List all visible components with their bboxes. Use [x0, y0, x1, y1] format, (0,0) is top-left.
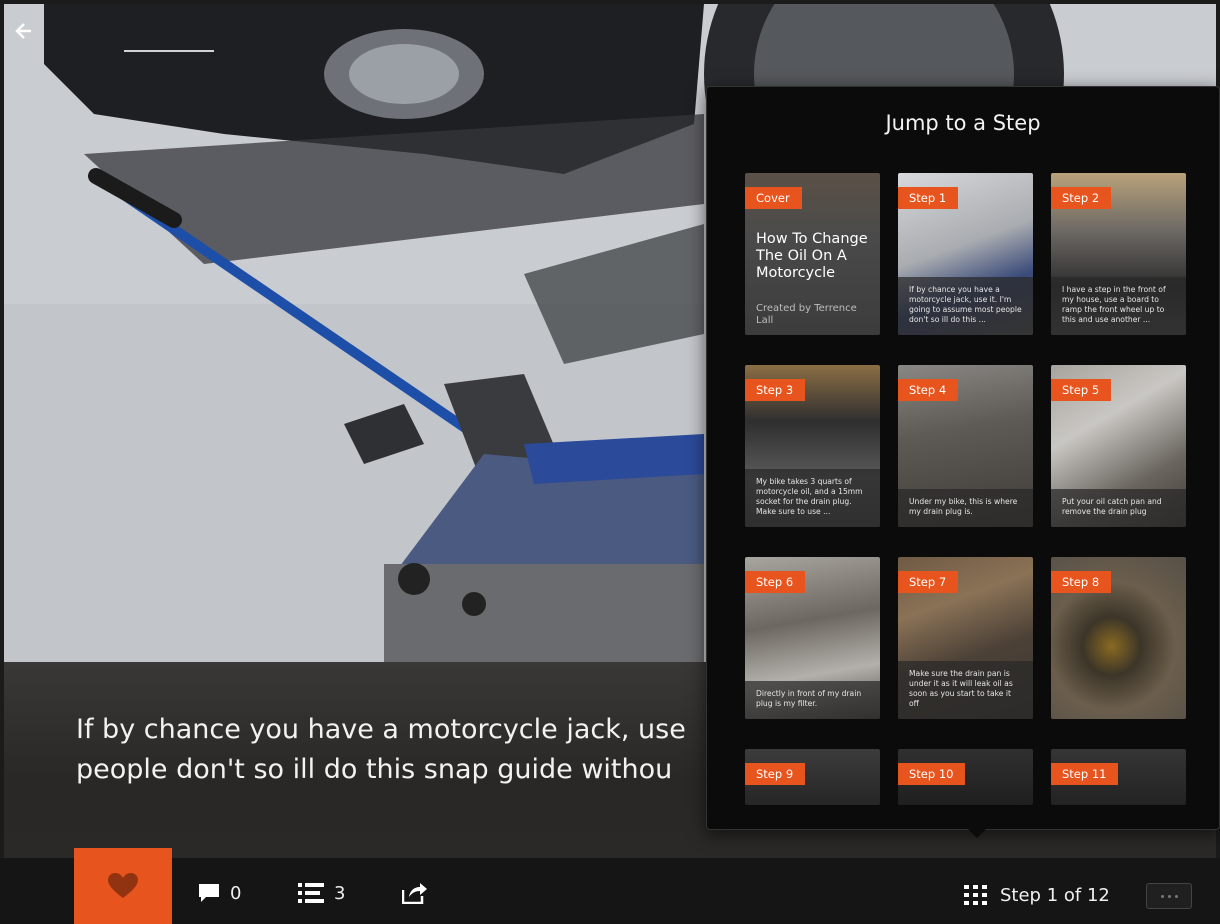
step-card[interactable]: Step 9 — [745, 749, 880, 805]
step-badge: Step 5 — [1051, 379, 1112, 401]
step-card[interactable]: Step 4 Under my bike, this is where my d… — [898, 365, 1033, 527]
step-badge: Step 7 — [898, 571, 959, 593]
step-card[interactable]: Step 5 Put your oil catch pan and remove… — [1051, 365, 1186, 527]
step-badge: Step 2 — [1051, 187, 1112, 209]
step-indicator-label: Step 1 of 12 — [1000, 884, 1110, 906]
step-card[interactable]: Step 6 Directly in front of my drain plu… — [745, 557, 880, 719]
step-badge: Step 3 — [745, 379, 806, 401]
grid-icon — [964, 885, 987, 905]
heart-icon — [108, 873, 138, 898]
step-description: Put your oil catch pan and remove the dr… — [1051, 489, 1186, 527]
step-badge: Step 8 — [1051, 571, 1112, 593]
more-button[interactable] — [1146, 883, 1192, 909]
progress-indicator — [124, 50, 214, 52]
comments-button[interactable]: 0 — [198, 878, 241, 908]
step-card[interactable]: Step 2 I have a step in the front of my … — [1051, 173, 1186, 335]
step-description: If by chance you have a motorcycle jack,… — [898, 277, 1033, 335]
cover-author: Created by Terrence Lall — [756, 303, 857, 326]
step-badge: Step 1 — [898, 187, 959, 209]
comment-icon — [199, 884, 219, 902]
comments-count: 0 — [230, 882, 242, 904]
step-card[interactable]: Step 7 Make sure the drain pan is under … — [898, 557, 1033, 719]
step-description: My bike takes 3 quarts of motorcycle oil… — [745, 469, 880, 527]
step-card[interactable]: Step 1 If by chance you have a motorcycl… — [898, 173, 1033, 335]
step-card[interactable]: Step 10 — [898, 749, 1033, 805]
step-badge: Step 4 — [898, 379, 959, 401]
step-jump-button[interactable]: Step 1 of 12 — [964, 880, 1110, 910]
step-description: Make sure the drain pan is under it as i… — [898, 661, 1033, 719]
share-button[interactable] — [402, 878, 428, 908]
step-card-cover[interactable]: Cover How To Change The Oil On A Motorcy… — [745, 173, 880, 335]
step-description: Directly in front of my drain plug is my… — [745, 681, 880, 719]
step-badge: Step 11 — [1051, 763, 1119, 785]
step-badge: Step 6 — [745, 571, 806, 593]
step-badge: Cover — [745, 187, 802, 209]
cover-title: How To Change The Oil On A Motorcycle — [756, 231, 868, 281]
more-icon — [1160, 894, 1178, 898]
share-icon — [402, 883, 427, 904]
step-card[interactable]: Step 8 — [1051, 557, 1186, 719]
step-description: I have a step in the front of my house, … — [1051, 277, 1186, 335]
step-card[interactable]: Step 3 My bike takes 3 quarts of motorcy… — [745, 365, 880, 527]
list-icon — [298, 883, 324, 903]
jump-to-step-popover: Jump to a Step Cover How To Change The O… — [706, 86, 1220, 830]
back-arrow-icon[interactable] — [14, 22, 32, 40]
like-button[interactable] — [74, 848, 172, 924]
steps-count: 3 — [334, 882, 346, 904]
step-description: Under my bike, this is where my drain pl… — [898, 489, 1033, 527]
step-badge: Step 9 — [745, 763, 806, 785]
steps-list-button[interactable]: 3 — [298, 878, 345, 908]
popover-arrow — [966, 827, 988, 838]
popover-title: Jump to a Step — [885, 111, 1041, 135]
step-badge: Step 10 — [898, 763, 966, 785]
step-card[interactable]: Step 11 — [1051, 749, 1186, 805]
